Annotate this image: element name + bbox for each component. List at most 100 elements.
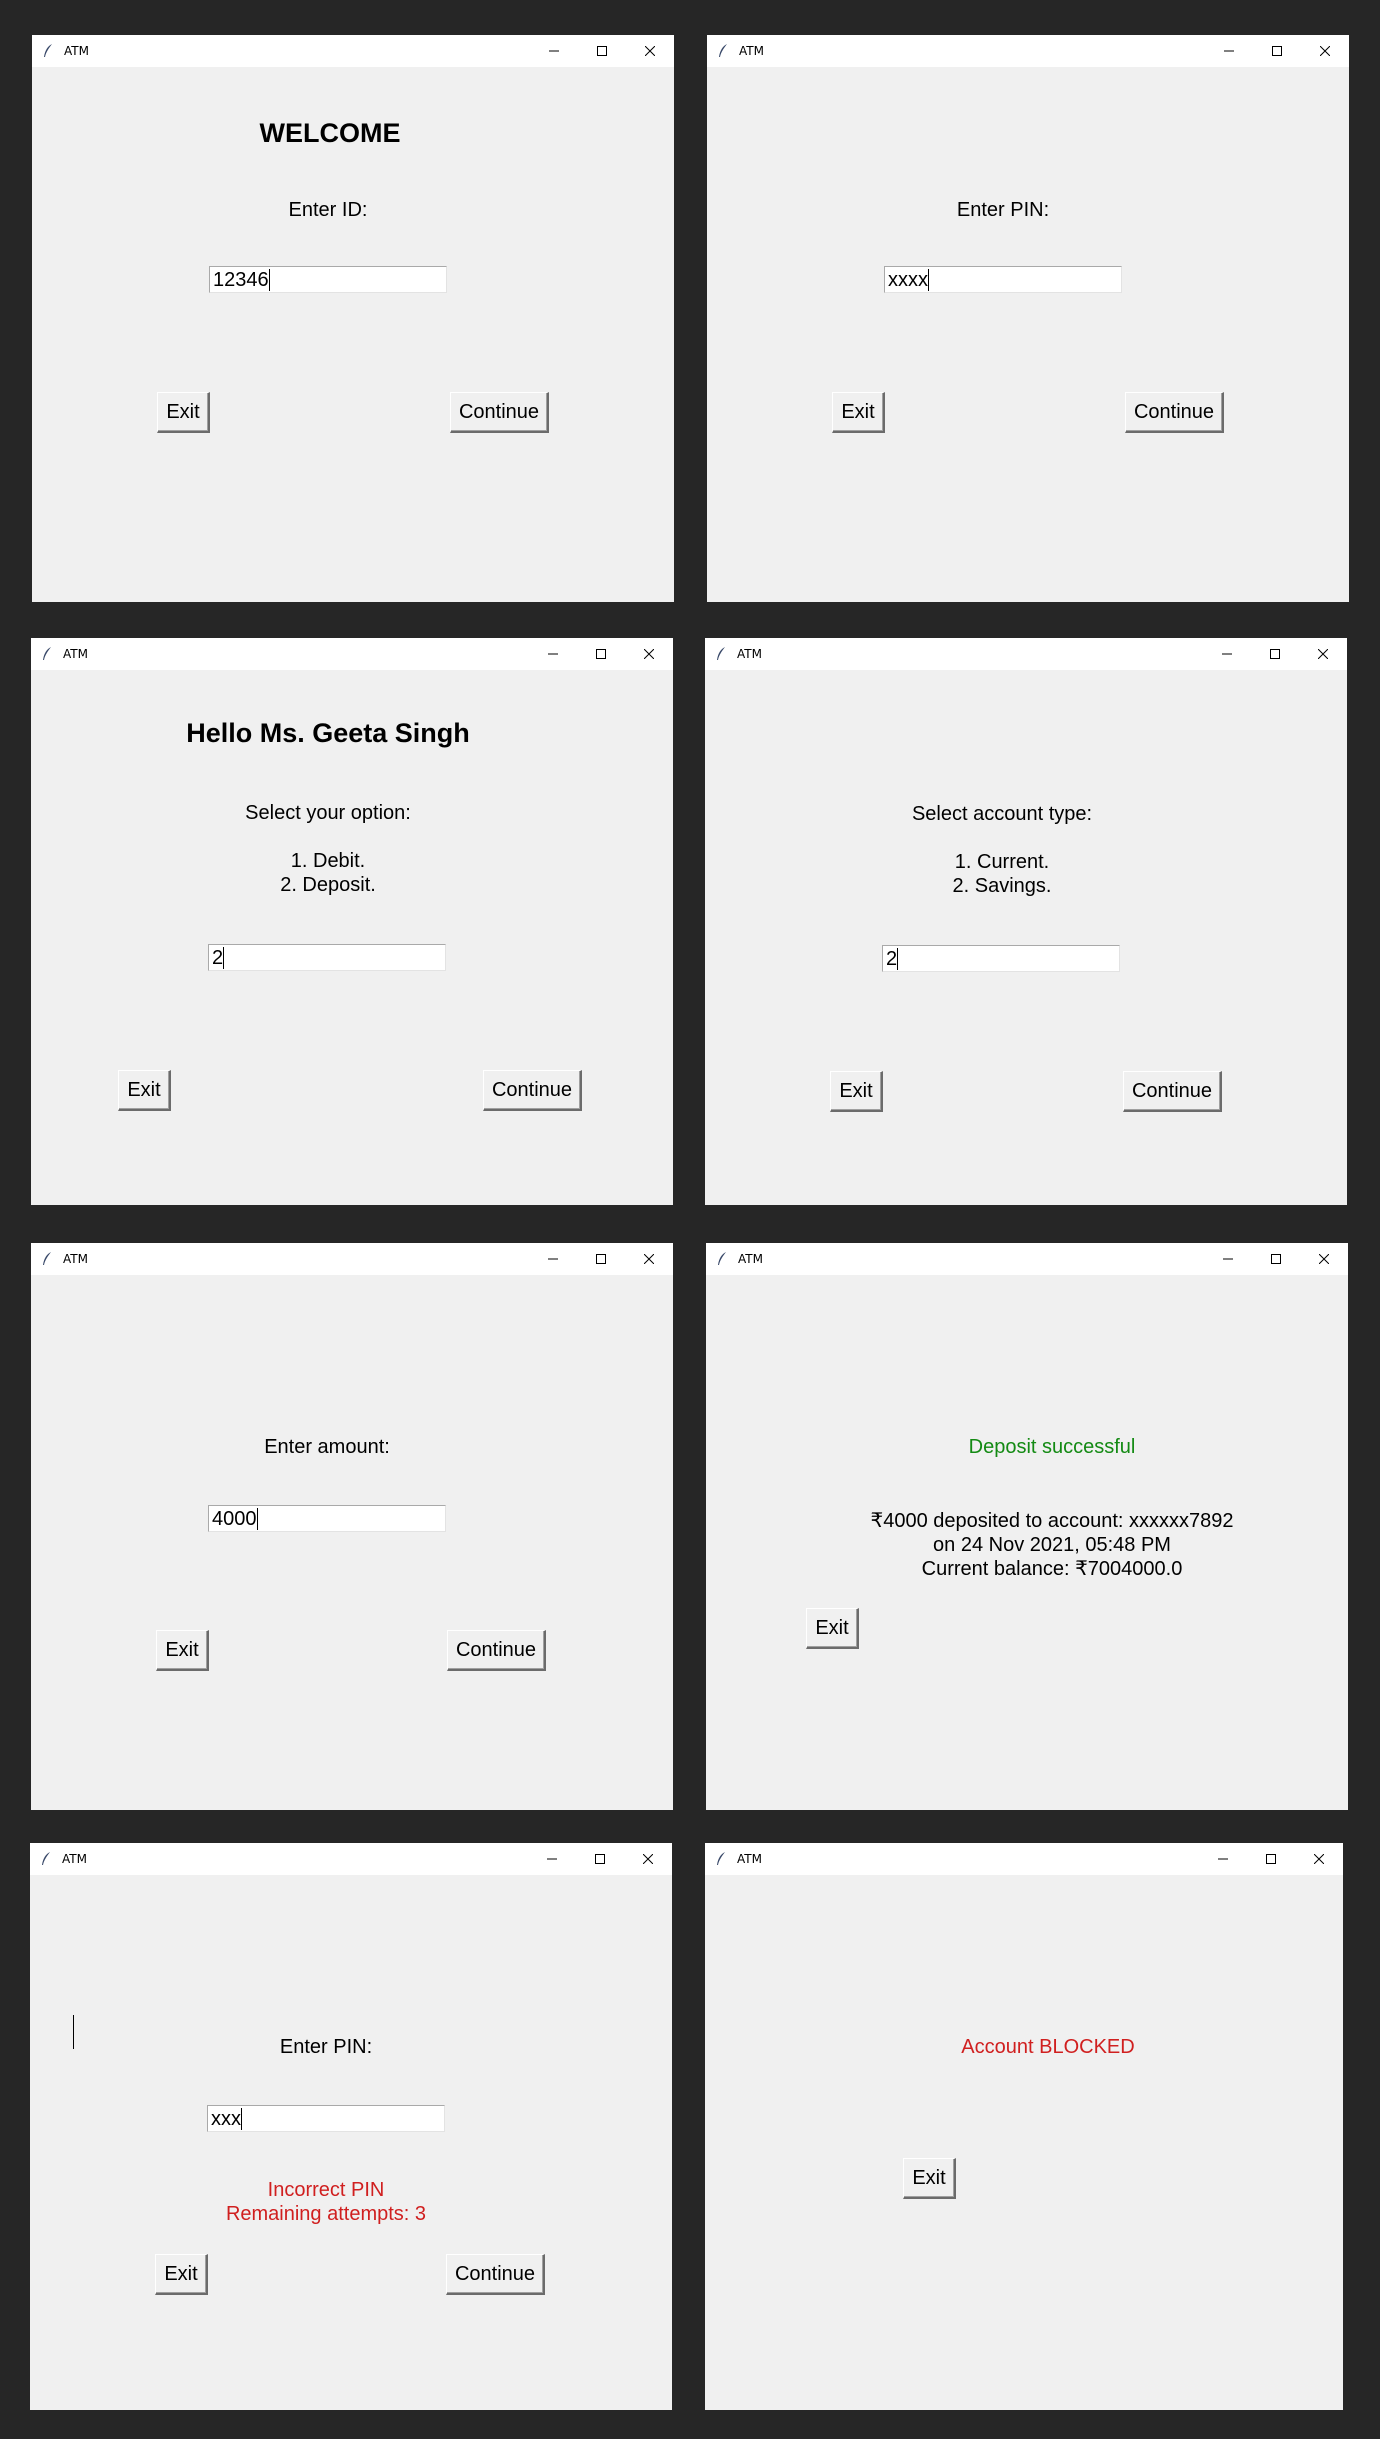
maximize-button[interactable] [1247,1843,1295,1875]
maximize-button[interactable] [1251,638,1299,670]
exit-button[interactable]: Exit [830,1071,883,1112]
id-prompt-label: Enter ID: [288,199,368,221]
maximize-button[interactable] [1252,1243,1300,1275]
window-body: Hello Ms. Geeta Singh Select your option… [31,670,673,1205]
option-item: 2. Savings. [952,875,1052,897]
minimize-icon [1218,1858,1228,1860]
pin-input[interactable]: xxx [207,2105,445,2132]
close-button[interactable] [1301,35,1349,67]
title-bar[interactable]: ATM [706,1243,1348,1275]
atm-window-welcome: ATM WELCOME Enter ID: 12346 Exit Continu… [32,35,674,602]
feather-icon [719,44,727,57]
exit-button[interactable]: Exit [156,1630,209,1671]
id-input[interactable]: 12346 [209,266,447,293]
minimize-button[interactable] [529,638,577,670]
feather-icon [718,1252,726,1265]
minimize-button[interactable] [528,1843,576,1875]
continue-button[interactable]: Continue [447,1630,546,1671]
continue-button[interactable]: Continue [450,392,549,433]
text-caret [928,269,929,291]
close-icon [643,1854,653,1864]
feather-icon [717,1852,725,1865]
option-input[interactable]: 2 [208,944,446,971]
option-input-value: 2 [212,947,224,969]
window-title: ATM [737,1852,762,1866]
window-title: ATM [62,1852,87,1866]
text-caret [241,2108,242,2130]
pin-input[interactable]: xxxx [884,266,1122,293]
pin-input-value: xxxx [888,269,928,291]
atm-window-pin: ATM Enter PIN: xxxx Exit Continue [707,35,1349,602]
minimize-icon [1224,50,1234,52]
minimize-button[interactable] [1205,35,1253,67]
close-button[interactable] [625,1243,673,1275]
amount-input-value: 4000 [212,1508,257,1530]
page-title: WELCOME [259,118,401,148]
feather-icon [43,647,51,660]
continue-button[interactable]: Continue [1123,1071,1222,1112]
window-title: ATM [64,44,89,58]
exit-button[interactable]: Exit [157,392,210,433]
close-button[interactable] [624,1843,672,1875]
close-icon [1314,1854,1324,1864]
feather-icon [44,44,52,57]
maximize-button[interactable] [577,638,625,670]
minimize-button[interactable] [1204,1243,1252,1275]
title-bar[interactable]: ATM [31,638,673,670]
text-caret [256,1508,258,1530]
continue-button[interactable]: Continue [483,1070,582,1111]
title-bar[interactable]: ATM [31,1243,673,1275]
atm-window-account-type: ATM Select account type: 1. Current. 2. … [705,638,1347,1205]
exit-button[interactable]: Exit [155,2254,208,2295]
maximize-button[interactable] [577,1243,625,1275]
window-body: WELCOME Enter ID: 12346 Exit Continue [32,67,674,602]
minimize-icon [548,1258,558,1260]
window-title: ATM [63,1252,88,1266]
minimize-button[interactable] [1203,638,1251,670]
minimize-icon [1222,653,1232,655]
blocked-message: Account BLOCKED [961,2036,1135,2058]
receipt-line: Current balance: ₹7004000.0 [921,1558,1183,1580]
option-prompt-label: Select your option: [245,802,411,824]
minimize-button[interactable] [529,1243,577,1275]
close-icon [645,46,655,56]
error-message: Incorrect PIN [267,2179,385,2201]
exit-button[interactable]: Exit [832,392,885,433]
atm-window-blocked: ATM Account BLOCKED Exit [705,1843,1343,2410]
minimize-button[interactable] [1199,1843,1247,1875]
close-icon [1320,46,1330,56]
exit-button[interactable]: Exit [806,1608,859,1649]
atm-window-deposit-result: ATM Deposit successful ₹4000 deposited t… [706,1243,1348,1810]
close-button[interactable] [1295,1843,1343,1875]
maximize-icon [1270,649,1280,659]
minimize-button[interactable] [530,35,578,67]
close-button[interactable] [626,35,674,67]
exit-button[interactable]: Exit [903,2158,956,2199]
close-button[interactable] [625,638,673,670]
title-bar[interactable]: ATM [707,35,1349,67]
window-body: Enter PIN: xxx Incorrect PIN Remaining a… [30,1875,672,2410]
continue-button[interactable]: Continue [446,2254,545,2295]
close-icon [1318,649,1328,659]
close-button[interactable] [1300,1243,1348,1275]
window-title: ATM [738,1252,763,1266]
text-cursor-marker [73,2015,74,2049]
minimize-icon [548,653,558,655]
window-body: Enter PIN: xxxx Exit Continue [707,67,1349,602]
atm-window-amount: ATM Enter amount: 4000 Exit Continue [31,1243,673,1810]
exit-button[interactable]: Exit [118,1070,171,1111]
greeting-heading: Hello Ms. Geeta Singh [186,718,470,748]
account-type-input[interactable]: 2 [882,945,1120,972]
title-bar[interactable]: ATM [705,1843,1343,1875]
title-bar[interactable]: ATM [32,35,674,67]
maximize-button[interactable] [578,35,626,67]
amount-input[interactable]: 4000 [208,1505,446,1532]
maximize-button[interactable] [1253,35,1301,67]
minimize-icon [1223,1258,1233,1260]
maximize-button[interactable] [576,1843,624,1875]
close-button[interactable] [1299,638,1347,670]
window-body: Select account type: 1. Current. 2. Savi… [705,670,1347,1205]
title-bar[interactable]: ATM [30,1843,672,1875]
title-bar[interactable]: ATM [705,638,1347,670]
continue-button[interactable]: Continue [1125,392,1224,433]
